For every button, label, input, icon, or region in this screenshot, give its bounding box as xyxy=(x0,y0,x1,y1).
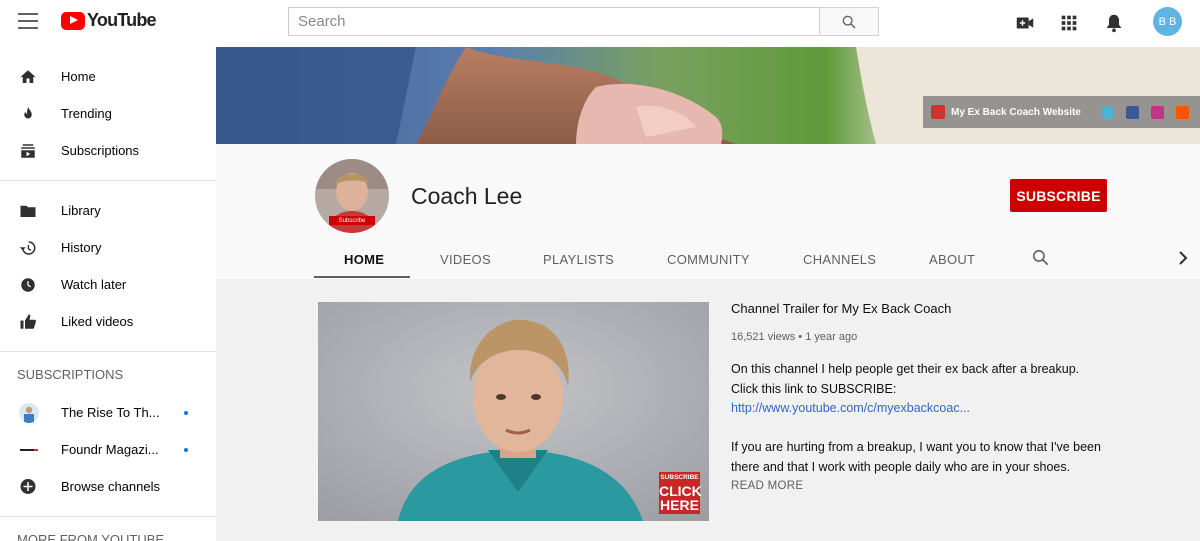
sidebar-item-label: Library xyxy=(61,203,101,218)
notifications-bell-icon[interactable] xyxy=(1103,12,1125,34)
sidebar-item-label: Liked videos xyxy=(61,314,134,329)
sidebar-item-label: The Rise To Th... xyxy=(61,405,160,420)
sidebar-item-label: Foundr Magazi... xyxy=(61,442,159,457)
sidebar-item-label: History xyxy=(61,240,102,255)
subscribe-overlay[interactable]: SUBSCRIBE CLICK HERE xyxy=(659,472,702,514)
overlay-line-2: CLICK xyxy=(659,482,702,499)
description-paragraph-2: If you are hurting from a breakup, I wan… xyxy=(731,440,1101,474)
upload-age: 1 year ago xyxy=(805,331,858,343)
top-bar: YouTube B B xyxy=(0,0,1200,47)
trending-icon xyxy=(19,105,37,123)
search-button[interactable] xyxy=(819,7,879,36)
channel-header: Subscribe Coach Lee SUBSCRIBE HOME VIDEO… xyxy=(216,144,1200,279)
menu-icon[interactable] xyxy=(18,13,38,29)
channel-thumbnail xyxy=(19,402,39,423)
user-avatar[interactable]: B B xyxy=(1153,7,1182,36)
subscriptions-icon xyxy=(19,142,37,160)
home-icon xyxy=(19,68,37,86)
youtube-wordmark: YouTube xyxy=(87,10,157,30)
sidebar-subscription-item[interactable]: The Rise To Th... xyxy=(0,394,216,431)
sidebar-item-library[interactable]: Library xyxy=(0,192,216,229)
video-meta: 16,521 views • 1 year ago xyxy=(731,331,1101,349)
sidebar-item-label: Browse channels xyxy=(61,479,160,494)
avatar-subscribe-badge: Subscribe xyxy=(329,216,375,225)
globe-icon[interactable] xyxy=(1100,105,1114,119)
channel-banner: My Ex Back Coach Website xyxy=(216,47,1200,144)
video-info: Channel Trailer for My Ex Back Coach 16,… xyxy=(731,301,1101,492)
website-link-label: My Ex Back Coach Website xyxy=(951,106,1081,118)
search-bar xyxy=(288,7,879,36)
liked-videos-icon xyxy=(19,313,37,331)
sidebar-item-label: Watch later xyxy=(61,277,127,292)
sidebar-item-subscriptions[interactable]: Subscriptions xyxy=(0,132,216,169)
sidebar-item-home[interactable]: Home xyxy=(0,58,216,95)
read-more-button[interactable]: READ MORE xyxy=(731,480,1101,492)
instagram-icon[interactable] xyxy=(1150,105,1164,119)
tab-channels[interactable]: CHANNELS xyxy=(803,241,876,278)
sidebar-item-history[interactable]: History xyxy=(0,229,216,266)
watch-later-icon xyxy=(19,276,37,294)
new-content-dot xyxy=(184,411,188,415)
video-title[interactable]: Channel Trailer for My Ex Back Coach xyxy=(731,301,1101,321)
featured-section: SUBSCRIBE CLICK HERE Channel Trailer for… xyxy=(216,279,1200,541)
soundcloud-icon[interactable] xyxy=(1175,105,1189,119)
channel-name: Coach Lee xyxy=(411,183,523,209)
tab-videos[interactable]: VIDEOS xyxy=(440,241,491,278)
tab-about[interactable]: ABOUT xyxy=(929,241,975,278)
subscribe-button[interactable]: SUBSCRIBE xyxy=(1010,179,1107,212)
subscriptions-heading: SUBSCRIPTIONS xyxy=(17,366,124,382)
subscribe-link[interactable]: http://www.youtube.com/c/myexbackcoac... xyxy=(731,399,1101,419)
overlay-line-1: SUBSCRIBE xyxy=(660,474,699,481)
banner-website-link[interactable]: My Ex Back Coach Website xyxy=(923,96,1200,128)
new-content-dot xyxy=(184,448,188,452)
library-icon xyxy=(19,202,37,220)
history-icon xyxy=(19,239,37,257)
tab-playlists[interactable]: PLAYLISTS xyxy=(543,241,614,278)
youtube-play-icon xyxy=(61,11,85,30)
facebook-icon[interactable] xyxy=(1125,105,1139,119)
sidebar-item-liked-videos[interactable]: Liked videos xyxy=(0,303,216,340)
view-count: 16,521 views xyxy=(731,331,796,343)
apps-icon[interactable] xyxy=(1058,12,1080,34)
tab-home[interactable]: HOME xyxy=(344,241,384,278)
sidebar-subscription-item[interactable]: Foundr Magazi... xyxy=(0,431,216,468)
channel-avatar[interactable]: Subscribe xyxy=(315,159,389,233)
sidebar: Home Trending Subscriptions Library Hist… xyxy=(0,47,216,541)
channel-search-icon[interactable] xyxy=(1031,248,1050,267)
youtube-logo[interactable]: YouTube xyxy=(61,10,157,31)
sidebar-item-trending[interactable]: Trending xyxy=(0,95,216,132)
video-thumbnail xyxy=(318,302,709,521)
channel-thumbnail xyxy=(19,447,39,452)
channel-trailer-video[interactable]: SUBSCRIBE CLICK HERE xyxy=(318,302,709,521)
chevron-right-icon[interactable] xyxy=(1176,250,1190,266)
add-circle-icon xyxy=(19,478,37,496)
sidebar-item-browse-channels[interactable]: Browse channels xyxy=(0,468,216,505)
sidebar-item-label: Trending xyxy=(61,106,112,121)
website-favicon xyxy=(931,105,945,119)
overlay-line-3: HERE xyxy=(660,496,699,513)
avatar-badge-label: Subscribe xyxy=(338,217,366,224)
search-input[interactable] xyxy=(288,7,819,36)
sidebar-item-label: Home xyxy=(61,69,96,84)
description-paragraph-1: On this channel I help people get their … xyxy=(731,362,1080,396)
more-from-youtube-heading: MORE FROM YOUTUBE xyxy=(17,531,165,541)
active-tab-indicator xyxy=(314,276,410,278)
search-icon xyxy=(842,15,856,29)
sidebar-item-watch-later[interactable]: Watch later xyxy=(0,266,216,303)
tab-community[interactable]: COMMUNITY xyxy=(667,241,750,278)
sidebar-item-label: Subscriptions xyxy=(61,143,140,158)
video-description: On this channel I help people get their … xyxy=(731,360,1101,477)
create-video-icon[interactable] xyxy=(1014,12,1036,34)
